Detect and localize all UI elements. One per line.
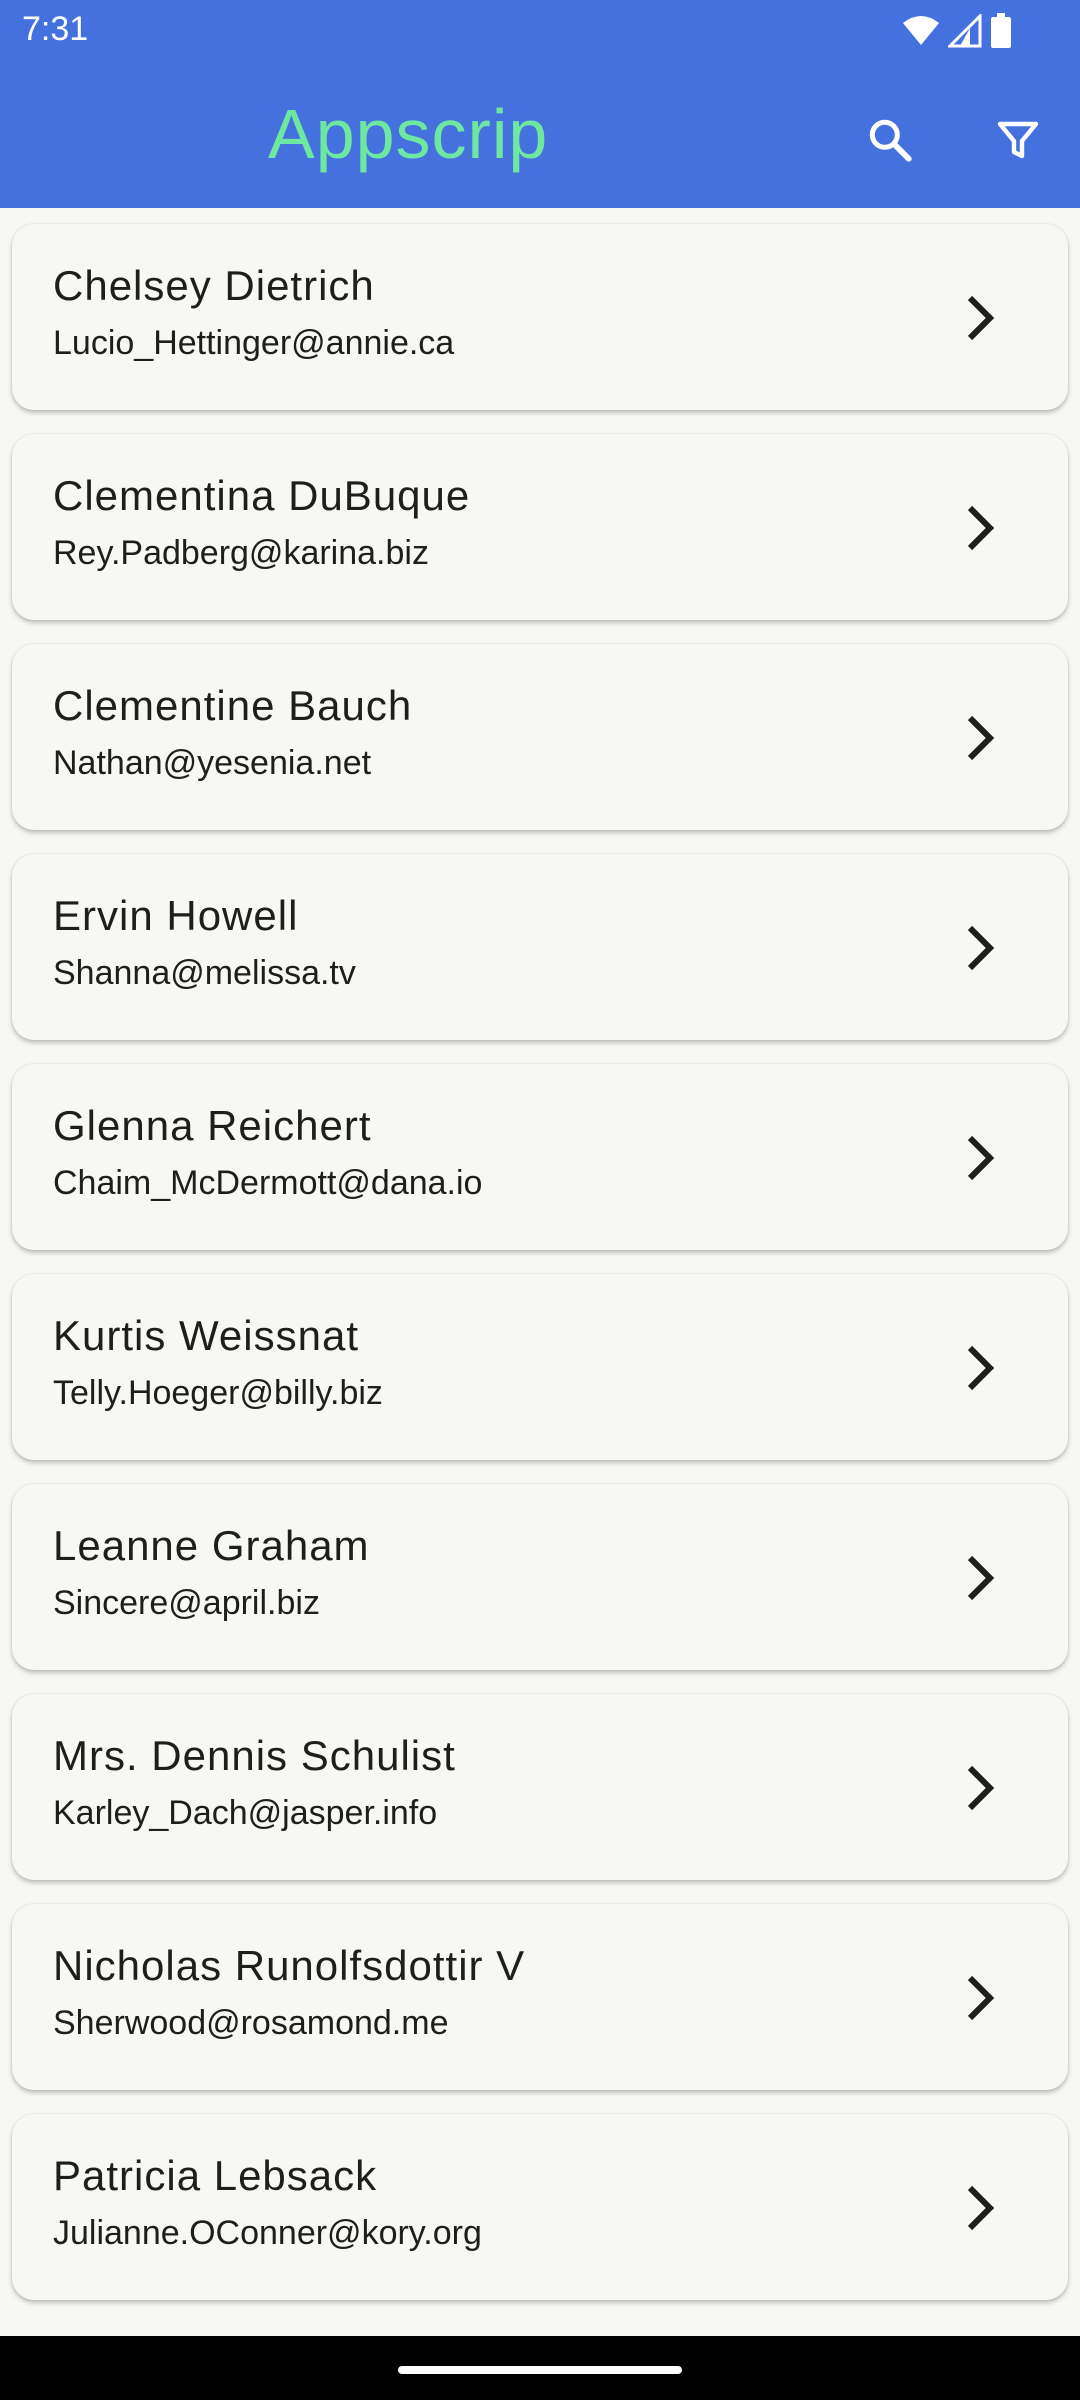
contact-card[interactable]: Clementina DuBuque Rey.Padberg@karina.bi… xyxy=(12,434,1068,620)
contact-name: Kurtis Weissnat xyxy=(53,1312,359,1359)
contact-card[interactable]: Mrs. Dennis Schulist Karley_Dach@jasper.… xyxy=(12,1694,1068,1880)
contact-email: Chaim_McDermott@dana.io xyxy=(53,1164,483,1202)
chevron-right-icon xyxy=(967,1975,995,2021)
signal-icon xyxy=(948,14,982,48)
app-bar: 7:31 Appscrip xyxy=(0,0,1080,208)
contact-email: Sherwood@rosamond.me xyxy=(53,2004,449,2042)
contact-email: Sincere@april.biz xyxy=(53,1584,320,1622)
contact-card[interactable]: Glenna Reichert Chaim_McDermott@dana.io xyxy=(12,1064,1068,1250)
status-time: 7:31 xyxy=(22,10,89,48)
contact-name: Mrs. Dennis Schulist xyxy=(53,1732,456,1779)
battery-icon xyxy=(991,13,1011,48)
filter-button[interactable] xyxy=(978,100,1058,180)
contact-email: Telly.Hoeger@billy.biz xyxy=(53,1374,383,1412)
contact-name: Patricia Lebsack xyxy=(53,2152,378,2199)
app-title: Appscrip xyxy=(268,95,549,173)
contact-name: Leanne Graham xyxy=(53,1522,370,1569)
contact-card[interactable]: Ervin Howell Shanna@melissa.tv xyxy=(12,854,1068,1040)
contact-email: Nathan@yesenia.net xyxy=(53,744,372,782)
chevron-right-icon xyxy=(967,505,995,551)
chevron-right-icon xyxy=(967,1135,995,1181)
contact-name: Clementine Bauch xyxy=(53,682,413,729)
status-icons xyxy=(902,12,1012,50)
chevron-right-icon xyxy=(967,295,995,341)
wifi-icon xyxy=(903,16,939,45)
chevron-right-icon xyxy=(967,2185,995,2231)
chevron-right-icon xyxy=(967,1765,995,1811)
search-icon xyxy=(869,119,912,162)
contact-email: Rey.Padberg@karina.biz xyxy=(53,534,429,572)
contact-name: Nicholas Runolfsdottir V xyxy=(53,1942,526,1989)
contact-name: Clementina DuBuque xyxy=(53,472,471,519)
contact-email: Julianne.OConner@kory.org xyxy=(53,2214,482,2252)
contact-card[interactable]: Nicholas Runolfsdottir V Sherwood@rosamo… xyxy=(12,1904,1068,2090)
search-button[interactable] xyxy=(850,100,930,180)
contact-card[interactable]: Clementine Bauch Nathan@yesenia.net xyxy=(12,644,1068,830)
filter-icon xyxy=(997,121,1039,159)
contact-email: Karley_Dach@jasper.info xyxy=(53,1794,438,1832)
chevron-right-icon xyxy=(967,925,995,971)
home-gesture-handle[interactable] xyxy=(398,2366,682,2374)
contact-card[interactable]: Chelsey Dietrich Lucio_Hettinger@annie.c… xyxy=(12,224,1068,410)
contact-list: Chelsey Dietrich Lucio_Hettinger@annie.c… xyxy=(12,224,1068,2324)
contact-name: Ervin Howell xyxy=(53,892,299,939)
chevron-right-icon xyxy=(967,1555,995,1601)
contact-card[interactable]: Patricia Lebsack Julianne.OConner@kory.o… xyxy=(12,2114,1068,2300)
contact-email: Shanna@melissa.tv xyxy=(53,954,356,992)
contact-card[interactable]: Kurtis Weissnat Telly.Hoeger@billy.biz xyxy=(12,1274,1068,1460)
contact-email: Lucio_Hettinger@annie.ca xyxy=(53,324,455,362)
chevron-right-icon xyxy=(967,1345,995,1391)
contact-name: Glenna Reichert xyxy=(53,1102,372,1149)
chevron-right-icon xyxy=(967,715,995,761)
contact-name: Chelsey Dietrich xyxy=(53,262,375,309)
contact-card[interactable]: Leanne Graham Sincere@april.biz xyxy=(12,1484,1068,1670)
